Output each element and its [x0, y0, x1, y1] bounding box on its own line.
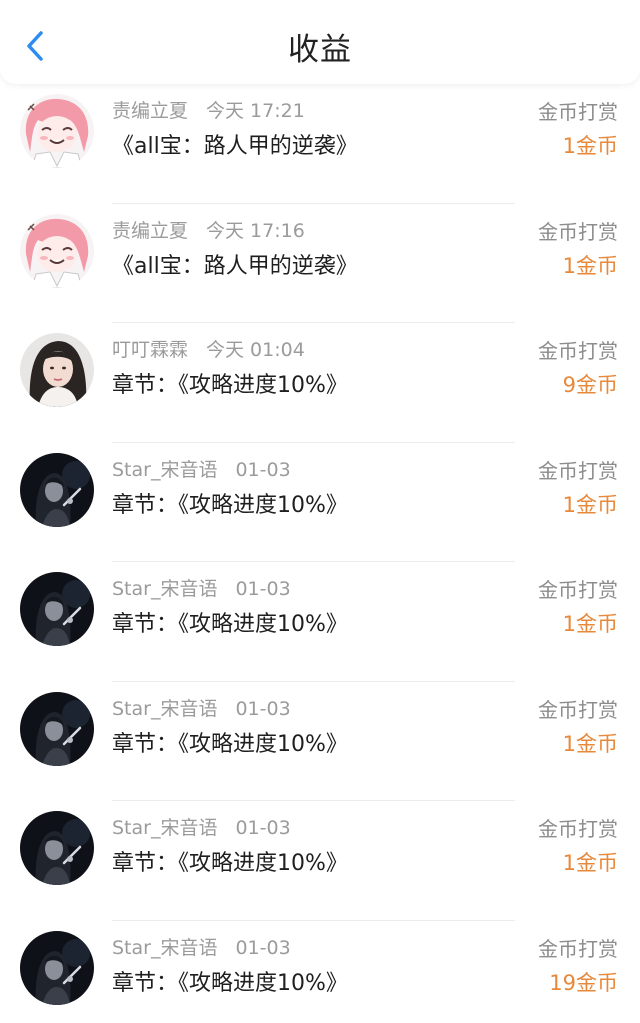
work-title: 章节：《攻略进度10%》 — [112, 612, 348, 637]
dark-photo-avatar[interactable] — [20, 572, 94, 646]
reward-type: 金币打赏 — [538, 936, 618, 961]
list-item[interactable]: Star_宋音语 01-03 章节：《攻略进度10%》 金币打赏 1金币 — [0, 562, 640, 682]
sender-name: Star_宋音语 — [112, 578, 218, 600]
reward-amount: 1金币 — [562, 851, 618, 875]
earnings-list: 责编立夏 今天 17:21 《all宝：路人甲的逆袭》 金币打赏 1金币 责编立夏… — [0, 84, 640, 1023]
sender-name: Star_宋音语 — [112, 936, 218, 959]
timestamp: 今天 01:04 — [206, 339, 305, 361]
list-item[interactable]: Star_宋音语 01-03 章节：《攻略进度10%》 金币打赏 1金币 — [0, 801, 640, 921]
reward-type: 金币打赏 — [538, 578, 618, 602]
reward-amount: 19金币 — [549, 970, 618, 995]
reward-amount: 1金币 — [562, 731, 618, 756]
reward-type: 金币打赏 — [538, 339, 618, 363]
list-item[interactable]: Star_宋音语 01-03 章节：《攻略进度10%》 金币打赏 1金币 — [0, 682, 640, 801]
list-item[interactable]: 叮叮霖霖 今天 01:04 章节：《攻略进度10%》 金币打赏 9金币 — [0, 323, 640, 443]
reward-amount: 1金币 — [562, 134, 618, 158]
sender-name: 责编立夏 — [112, 219, 189, 242]
sender-name: 叮叮霖霖 — [112, 339, 189, 361]
work-title: 《all宝：路人甲的逆袭》 — [112, 253, 358, 279]
timestamp: 01-03 — [235, 817, 291, 839]
page-title: 收益 — [288, 32, 352, 68]
work-title: 章节：《攻略进度10%》 — [112, 492, 348, 518]
work-title: 章节：《攻略进度10%》 — [112, 373, 348, 398]
reward-type: 金币打赏 — [538, 697, 618, 722]
anime-girl-avatar[interactable] — [20, 94, 94, 168]
work-title: 《all宝：路人甲的逆袭》 — [112, 134, 358, 159]
work-title: 章节：《攻略进度10%》 — [112, 731, 348, 757]
reward-amount: 9金币 — [562, 373, 618, 397]
timestamp: 01-03 — [235, 936, 291, 959]
nav-bar: 收益 — [0, 0, 640, 84]
reward-amount: 1金币 — [562, 492, 618, 517]
dark-photo-avatar[interactable] — [20, 930, 94, 1005]
dark-photo-avatar[interactable] — [20, 691, 94, 766]
sender-name: Star_宋音语 — [112, 817, 218, 839]
dark-photo-avatar[interactable] — [20, 452, 94, 527]
photo-girl-avatar[interactable] — [20, 333, 94, 407]
timestamp: 01-03 — [235, 578, 291, 600]
timestamp: 01-03 — [235, 697, 291, 720]
timestamp: 今天 17:16 — [206, 219, 305, 242]
reward-type: 金币打赏 — [538, 458, 618, 483]
sender-name: Star_宋音语 — [112, 458, 218, 481]
reward-type: 金币打赏 — [538, 817, 618, 841]
sender-name: 责编立夏 — [112, 100, 189, 122]
sender-name: Star_宋音语 — [112, 697, 218, 720]
dark-photo-avatar[interactable] — [20, 811, 94, 885]
reward-type: 金币打赏 — [538, 100, 618, 124]
earnings-page: 收益 责编立夏 今天 17:21 《all宝：路人甲的逆袭》 金币打赏 1金币 责… — [0, 0, 640, 1023]
work-title: 章节：《攻略进度10%》 — [112, 970, 348, 996]
anime-girl-avatar[interactable] — [20, 213, 94, 288]
list-item[interactable]: 责编立夏 今天 17:16 《all宝：路人甲的逆袭》 金币打赏 1金币 — [0, 204, 640, 323]
reward-amount: 1金币 — [562, 253, 618, 278]
work-title: 章节：《攻略进度10%》 — [112, 851, 348, 876]
reward-amount: 1金币 — [562, 612, 618, 636]
list-item[interactable]: 责编立夏 今天 17:21 《all宝：路人甲的逆袭》 金币打赏 1金币 — [0, 84, 640, 204]
timestamp: 今天 17:21 — [206, 100, 305, 122]
timestamp: 01-03 — [235, 458, 291, 481]
list-item[interactable]: Star_宋音语 01-03 章节：《攻略进度10%》 金币打赏 1金币 — [0, 443, 640, 562]
reward-type: 金币打赏 — [538, 219, 618, 244]
list-item[interactable]: Star_宋音语 01-03 章节：《攻略进度10%》 金币打赏 19金币 — [0, 921, 640, 1023]
